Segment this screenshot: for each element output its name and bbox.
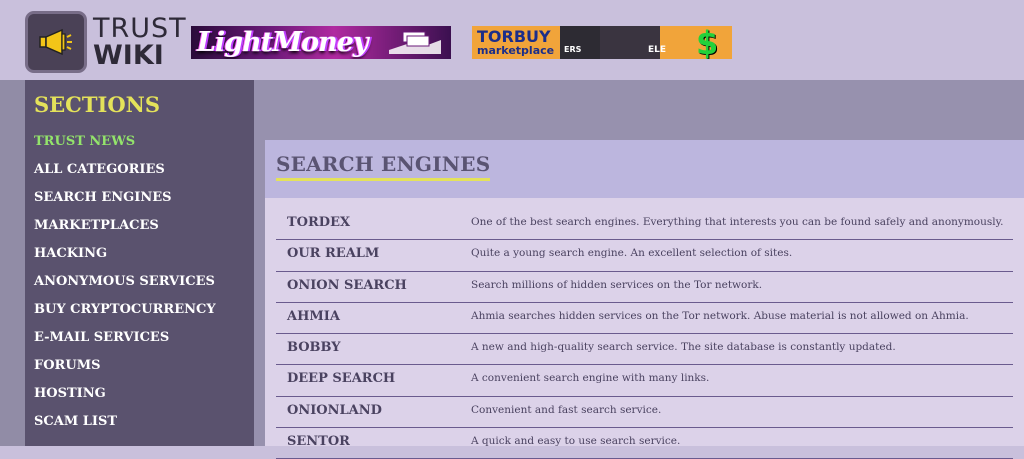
torbuy-banner-name: TORBUY — [477, 27, 551, 46]
list-item: SENTOR A quick and easy to use search se… — [276, 428, 1013, 459]
megaphone-icon — [25, 11, 87, 73]
money-hand-icon — [389, 31, 441, 54]
page-title: SEARCH ENGINES — [276, 152, 491, 181]
sidebar-item-email-services[interactable]: E-MAIL SERVICES — [34, 330, 216, 358]
left-gutter — [0, 80, 25, 446]
banner-label-2: ELE — [648, 45, 667, 55]
engine-link[interactable]: OUR REALM — [287, 246, 379, 261]
sidebar: SECTIONS TRUST NEWS ALL CATEGORIES SEARC… — [25, 80, 254, 446]
engine-link[interactable]: TORDEX — [287, 215, 350, 230]
site-header: TRUST WIKI LightMoney TORBUY marketplace… — [0, 0, 1024, 80]
banner-label-1: ERS — [564, 45, 582, 54]
engine-link[interactable]: ONIONLAND — [287, 403, 382, 418]
list-item: OUR REALM Quite a young search engine. A… — [276, 240, 1013, 272]
engine-link[interactable]: SENTOR — [287, 434, 350, 449]
card-header: SEARCH ENGINES — [265, 140, 1024, 198]
engine-link[interactable]: DEEP SEARCH — [287, 371, 395, 386]
dollar-icon: $ — [696, 26, 719, 59]
sidebar-item-all-categories[interactable]: ALL CATEGORIES — [34, 162, 216, 190]
sidebar-item-scam-list[interactable]: SCAM LIST — [34, 414, 216, 442]
engine-link[interactable]: BOBBY — [287, 340, 341, 355]
lightmoney-banner[interactable]: LightMoney — [191, 26, 451, 59]
engine-description: A convenient search engine with many lin… — [471, 372, 710, 385]
torbuy-banner-sub: marketplace — [477, 44, 555, 57]
logo-line2: WIKI — [93, 40, 164, 71]
sidebar-nav: TRUST NEWS ALL CATEGORIES SEARCH ENGINES… — [34, 134, 216, 442]
sidebar-item-buy-cryptocurrency[interactable]: BUY CRYPTOCURRENCY — [34, 302, 216, 330]
list-item: DEEP SEARCH A convenient search engine w… — [276, 365, 1013, 397]
search-engines-card: SEARCH ENGINES TORDEX One of the best se… — [265, 140, 1024, 459]
logo-wordmark: TRUST WIKI — [93, 15, 187, 69]
engine-list: TORDEX One of the best search engines. E… — [276, 209, 1013, 459]
engine-description: A new and high-quality search service. T… — [471, 341, 896, 354]
engine-link[interactable]: AHMIA — [287, 309, 340, 324]
engine-description: A quick and easy to use search service. — [471, 435, 681, 448]
list-item: TORDEX One of the best search engines. E… — [276, 209, 1013, 241]
sidebar-heading: SECTIONS — [34, 92, 160, 117]
engine-description: Convenient and fast search service. — [471, 403, 662, 416]
torbuy-banner[interactable]: TORBUY marketplace ERS ELE $ — [472, 26, 732, 59]
sidebar-item-search-engines[interactable]: SEARCH ENGINES — [34, 190, 216, 218]
sidebar-item-anonymous-services[interactable]: ANONYMOUS SERVICES — [34, 274, 216, 302]
list-item: ONION SEARCH Search millions of hidden s… — [276, 272, 1013, 303]
list-item: AHMIA Ahmia searches hidden services on … — [276, 303, 1013, 335]
site-logo[interactable]: TRUST WIKI — [25, 11, 187, 73]
list-item: ONIONLAND Convenient and fast search ser… — [276, 397, 1013, 429]
sidebar-item-marketplaces[interactable]: MARKETPLACES — [34, 218, 216, 246]
engine-link[interactable]: ONION SEARCH — [287, 278, 407, 293]
engine-description: One of the best search engines. Everythi… — [471, 216, 1004, 228]
sidebar-item-trust-news[interactable]: TRUST NEWS — [34, 134, 216, 162]
lightmoney-banner-text: LightMoney — [197, 27, 369, 58]
sidebar-item-forums[interactable]: FORUMS — [34, 358, 216, 386]
sidebar-item-hacking[interactable]: HACKING — [34, 246, 216, 274]
list-item: BOBBY A new and high-quality search serv… — [276, 334, 1013, 366]
engine-description: Search millions of hidden services on th… — [471, 278, 763, 291]
engine-description: Ahmia searches hidden services on the To… — [471, 309, 969, 322]
engine-description: Quite a young search engine. An excellen… — [471, 247, 793, 260]
logo-line1: TRUST — [93, 13, 187, 44]
sidebar-item-hosting[interactable]: HOSTING — [34, 386, 216, 414]
